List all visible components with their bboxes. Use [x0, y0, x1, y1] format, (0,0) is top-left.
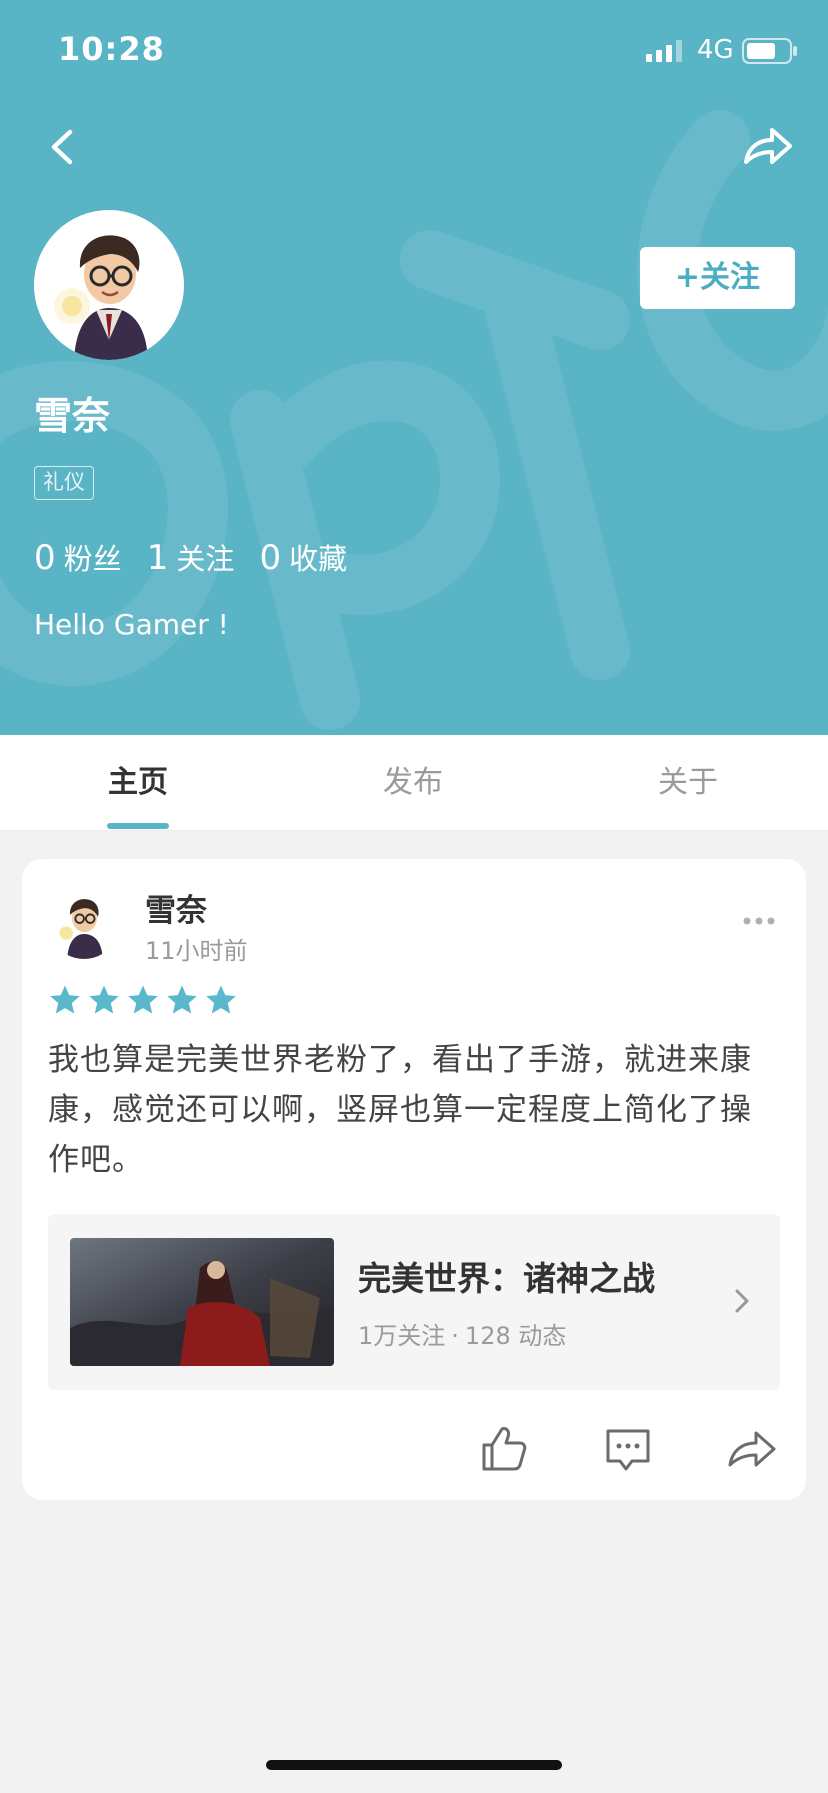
game-meta-separator: ·: [451, 1322, 459, 1350]
game-title: 完美世界：诸神之战: [358, 1259, 655, 1298]
star-rating: [48, 983, 243, 1017]
profile-stats: 0 粉丝 1 关注 0 收藏: [34, 536, 367, 578]
chevron-left-icon: [51, 129, 73, 165]
tab-about[interactable]: 关于: [608, 735, 768, 831]
status-bar: 10:28 4G: [0, 0, 828, 100]
post-author-avatar[interactable]: [48, 887, 120, 959]
share-icon: [728, 1431, 776, 1467]
app-root: 10:28 4G +关注 雪奈 礼仪 0 粉丝 1 关注 0 收藏 Hello …: [0, 0, 828, 1793]
star-icon: [89, 985, 119, 1014]
avatar-illustration: [48, 887, 120, 959]
stat-following-label: 关注: [176, 542, 235, 576]
game-cover-image: [70, 1238, 334, 1366]
star-icon: [50, 985, 80, 1014]
post-timestamp: 11小时前: [145, 937, 248, 965]
profile-bio: Hello Gamer !: [34, 608, 229, 641]
battery-icon: [742, 38, 797, 64]
post-author-name[interactable]: 雪奈: [145, 885, 207, 930]
game-posts: 128 动态: [464, 1322, 567, 1350]
comment-button[interactable]: [598, 1419, 658, 1479]
star-icon: [128, 985, 158, 1014]
game-followers: 1万关注: [358, 1322, 446, 1350]
tab-home[interactable]: 主页: [58, 735, 218, 831]
stat-following[interactable]: 1 关注: [147, 536, 235, 578]
avatar[interactable]: [34, 210, 184, 360]
more-options-icon[interactable]: [742, 915, 776, 927]
post-actions: [22, 1419, 806, 1479]
status-time: 10:28: [58, 30, 165, 68]
profile-header: 10:28 4G +关注 雪奈 礼仪 0 粉丝 1 关注 0 收藏 Hello …: [0, 0, 828, 735]
stat-favorites-label: 收藏: [289, 542, 348, 576]
like-button[interactable]: [474, 1419, 534, 1479]
network-type: 4G: [697, 35, 734, 65]
share-button[interactable]: [738, 118, 796, 176]
game-meta: 1万关注 · 128 动态: [358, 1316, 572, 1351]
stat-fans-count: 0: [34, 538, 56, 578]
follow-button[interactable]: +关注: [640, 247, 795, 309]
stat-fans-label: 粉丝: [63, 542, 122, 576]
chevron-right-icon: [735, 1289, 749, 1313]
profile-username: 雪奈: [34, 394, 111, 438]
share-post-button[interactable]: [722, 1419, 782, 1479]
profile-tabs: 主页 发布 关于: [0, 735, 828, 831]
star-icon: [167, 985, 197, 1014]
tab-posts[interactable]: 发布: [333, 735, 493, 831]
avatar-illustration: [34, 210, 184, 360]
star-icon: [206, 985, 236, 1014]
comment-icon: [606, 1429, 650, 1471]
profile-tag-badge[interactable]: 礼仪: [34, 466, 94, 500]
stat-favorites[interactable]: 0 收藏: [260, 536, 348, 578]
post-body-text: 我也算是完美世界老粉了，看出了手游，就进来康康，感觉还可以啊，竖屏也算一定程度上…: [48, 1042, 752, 1178]
stat-fans[interactable]: 0 粉丝: [34, 536, 122, 578]
share-arrow-icon: [744, 128, 792, 164]
back-button[interactable]: [40, 118, 90, 176]
stat-favorites-count: 0: [259, 538, 282, 578]
home-indicator: [266, 1760, 562, 1770]
stat-following-count: 1: [146, 538, 169, 578]
active-tab-indicator: [107, 823, 169, 829]
linked-game-card[interactable]: 完美世界：诸神之战 1万关注 · 128 动态: [48, 1214, 780, 1390]
thumbs-up-icon: [482, 1427, 527, 1471]
post-card[interactable]: 雪奈 11小时前 我也算是完美世界老粉了，看出了手游，就进来康康，感觉还可以啊，…: [22, 859, 806, 1500]
signal-icon: [646, 40, 682, 62]
